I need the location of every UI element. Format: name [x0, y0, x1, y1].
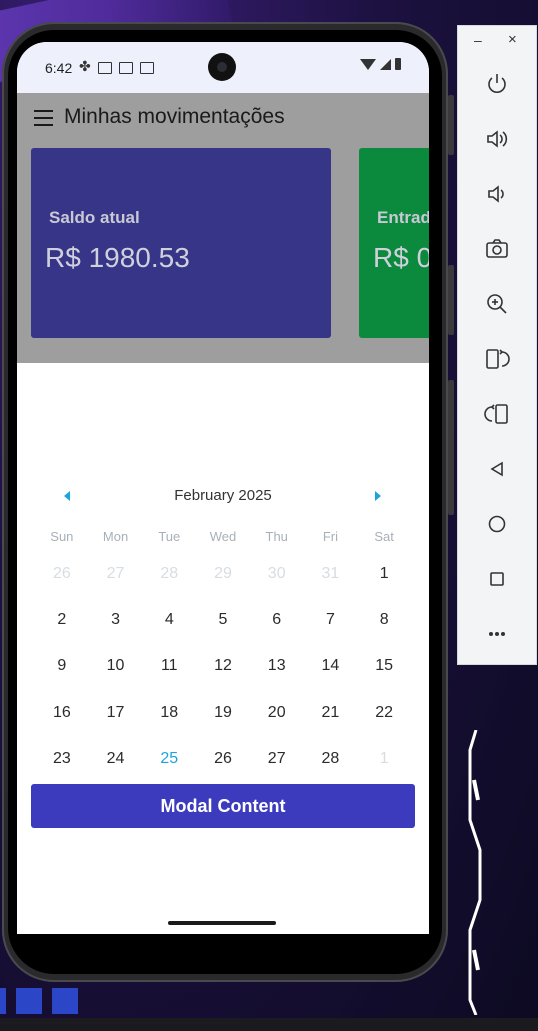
calendar-header: February 2025 [17, 485, 429, 509]
calendar-day[interactable]: 16 [35, 702, 89, 748]
chevron-right-icon[interactable] [375, 491, 381, 501]
notification-icon [139, 62, 154, 74]
desktop-bottom-bar [0, 1018, 538, 1031]
calendar-day-outside: 26 [52, 565, 71, 582]
calendar-day[interactable]: 12 [196, 655, 250, 701]
calendar-day[interactable]: 4 [142, 609, 196, 655]
notification-icon [97, 62, 112, 74]
calendar-day[interactable]: 22 [357, 702, 411, 748]
calendar-day[interactable]: 20 [250, 702, 304, 748]
wifi-icon [360, 58, 376, 70]
more-icon[interactable] [479, 616, 515, 652]
status-bar: 6:42 ✤ [17, 42, 429, 93]
minimize-icon[interactable]: – [474, 32, 482, 48]
calendar-day-outside: 30 [267, 565, 286, 582]
weekday-label: Wed [209, 529, 237, 544]
power-icon[interactable] [479, 66, 515, 102]
weekday-label: Sun [50, 529, 74, 544]
emulator-toolbar: – × [457, 25, 537, 665]
calendar-day[interactable]: 18 [142, 702, 196, 748]
calendar-day[interactable]: 3 [89, 609, 143, 655]
background-squares [0, 988, 78, 1014]
app-background-dimmed: Minhas movimentações Saldo atual R$ 1980… [17, 93, 429, 363]
back-icon[interactable] [479, 451, 515, 487]
phone-side-button [448, 95, 454, 155]
calendar-day[interactable]: 17 [89, 702, 143, 748]
app-bar: Minhas movimentações [17, 93, 429, 145]
card-value: R$ 1980.53 [45, 242, 190, 273]
gesture-nav-bar [17, 912, 429, 934]
camera-icon[interactable] [479, 231, 515, 267]
page-title: Minhas movimentações [64, 105, 285, 128]
calendar-day-outside: 29 [214, 565, 232, 582]
close-icon[interactable]: × [508, 31, 517, 48]
weekday-label: Sat [374, 529, 394, 544]
rotate-right-icon[interactable] [479, 341, 515, 377]
volume-down-icon[interactable] [479, 176, 515, 212]
status-time: 6:42 [45, 60, 73, 76]
calendar-grid: 26 27 28 29 30 31 1 2 3 4 5 6 7 8 9 10 11 12 13 14 15 16 17 18 1… [35, 563, 411, 794]
rotate-left-icon[interactable] [479, 396, 515, 432]
zoom-in-icon[interactable] [479, 286, 515, 322]
emulator-window-controls: – × [458, 31, 538, 52]
income-card[interactable]: Entrad R$ 0 [359, 148, 429, 338]
calendar-day[interactable]: 11 [142, 655, 196, 701]
phone-volume-button [448, 265, 454, 335]
calendar-day[interactable]: 21 [304, 702, 358, 748]
calendar-day-outside: 31 [321, 565, 340, 582]
calendar-day[interactable]: 9 [35, 655, 89, 701]
home-indicator[interactable] [168, 921, 276, 925]
phone-volume-rocker [448, 380, 454, 515]
calendar-day[interactable]: 13 [250, 655, 304, 701]
modal-content-button[interactable]: Modal Content [31, 784, 415, 828]
calendar-day[interactable]: 10 [89, 655, 143, 701]
system-icons [360, 58, 401, 70]
card-label: Saldo atual [49, 208, 140, 227]
calendar-day-outside: 28 [160, 565, 179, 582]
battery-icon [395, 58, 401, 70]
calendar-day[interactable]: 7 [304, 609, 358, 655]
calendar-day[interactable]: 2 [35, 609, 89, 655]
weekday-header: Sun Mon Tue Wed Thu Fri Sat [35, 529, 411, 544]
balance-card[interactable]: Saldo atual R$ 1980.53 [31, 148, 331, 338]
card-label: Entrad [377, 208, 429, 227]
calendar-day[interactable]: 1 [357, 563, 411, 609]
calendar-day[interactable]: 8 [357, 609, 411, 655]
home-icon[interactable] [479, 506, 515, 542]
card-value: R$ 0 [373, 242, 429, 273]
volume-up-icon[interactable] [479, 121, 515, 157]
overview-icon[interactable] [479, 561, 515, 597]
calendar-day-outside: 27 [106, 565, 125, 582]
menu-icon[interactable] [34, 110, 53, 126]
calendar-day[interactable]: 5 [196, 609, 250, 655]
front-camera [208, 53, 236, 81]
calendar-month-label: February 2025 [174, 487, 272, 504]
notification-icon [118, 62, 133, 74]
calendar-day[interactable]: 6 [250, 609, 304, 655]
weekday-label: Mon [102, 529, 129, 544]
decorative-stripe [468, 730, 482, 1015]
weekday-label: Tue [158, 529, 181, 544]
notification-icons: ✤ [79, 58, 154, 75]
weekday-label: Thu [265, 529, 288, 544]
signal-icon [380, 58, 391, 70]
chevron-left-icon[interactable] [64, 491, 70, 501]
weekday-label: Fri [322, 529, 338, 544]
calendar-day[interactable]: 14 [304, 655, 358, 701]
calendar-day[interactable]: 15 [357, 655, 411, 701]
calendar-day[interactable]: 19 [196, 702, 250, 748]
fan-icon: ✤ [79, 58, 91, 74]
phone-screen: 6:42 ✤ Minhas movimentações Saldo atual … [17, 42, 429, 934]
